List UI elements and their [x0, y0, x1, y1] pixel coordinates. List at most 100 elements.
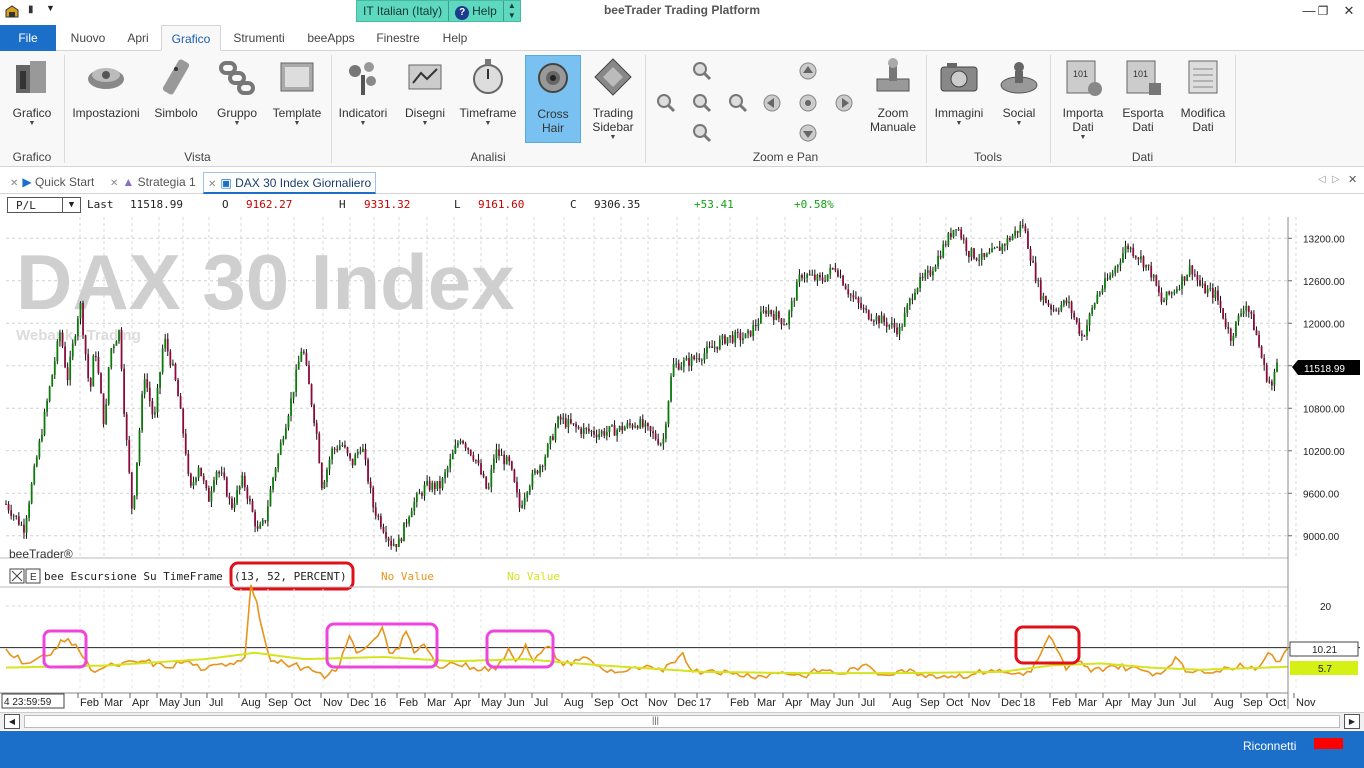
candle-body [462, 440, 464, 444]
price-chart[interactable]: DAX 30 Index Webank - Trading 13200.0012… [0, 217, 1364, 712]
trading-sidebar-icon [594, 58, 632, 96]
immagini-button[interactable]: Immagini ▼ [930, 55, 988, 128]
menu-strumenti[interactable]: Strumenti [226, 25, 292, 51]
candle-body [192, 482, 195, 486]
menu-apri[interactable]: Apri [118, 25, 158, 51]
candle-body [688, 358, 690, 366]
candle-body [390, 540, 393, 546]
x-tick-label: Sep [920, 697, 940, 709]
zoom-area-icon[interactable] [692, 123, 712, 143]
candle-body [295, 369, 298, 392]
zoom-out-icon[interactable] [656, 93, 676, 113]
modifica-dati-button[interactable]: Modifica Dati [1176, 55, 1230, 134]
candle-body [118, 330, 120, 342]
candle-body [1086, 325, 1088, 336]
tab-quick-start[interactable]: ✕ ▶ Quick Start [10, 172, 94, 194]
candle-body [1024, 226, 1027, 232]
close-button[interactable]: ✕ [1338, 2, 1360, 20]
chevron-down-icon[interactable]: ▼ [62, 198, 80, 212]
zoom-fit-icon[interactable] [728, 93, 748, 113]
esporta-dati-button[interactable]: 101 Esporta Dati [1116, 55, 1170, 134]
candle-body [1016, 230, 1019, 233]
candle-body [302, 351, 305, 353]
candle-body [1160, 292, 1163, 303]
candle-body [94, 355, 97, 357]
trading-sidebar-button[interactable]: Trading Sidebar ▼ [586, 55, 640, 142]
candle-body [919, 277, 922, 289]
tab-close-icon[interactable]: ✕ [10, 178, 18, 189]
svg-text:E: E [30, 572, 37, 583]
zoom-manuale-button[interactable]: Zoom Manuale [864, 55, 922, 134]
candle-body [405, 522, 408, 524]
candle-body [446, 467, 449, 473]
tab-dax-30[interactable]: ✕ ▣ DAX 30 Index Giornaliero [203, 172, 377, 194]
x-tick-label: Oct [621, 697, 638, 709]
x-tick-label: Aug [564, 697, 584, 709]
esporta-label: Esporta [1122, 106, 1164, 120]
candle-body [1083, 335, 1086, 337]
candle-body [105, 403, 108, 425]
modifica-dati-label: Dati [1192, 120, 1214, 134]
tab-close-all-icon[interactable]: ✕ [1348, 173, 1357, 186]
menu-beeapps[interactable]: beeApps [300, 25, 362, 51]
importa-dati-button[interactable]: 101 Importa Dati ▼ [1056, 55, 1110, 142]
social-button[interactable]: Social ▼ [994, 55, 1044, 128]
scroll-left-icon[interactable]: ◀ [4, 714, 20, 729]
candle-body [1152, 275, 1155, 278]
candle-body [148, 387, 151, 402]
menu-grafico[interactable]: Grafico [161, 25, 221, 51]
candle-body [680, 366, 683, 370]
candle-body [980, 253, 983, 260]
pl-mode-select[interactable]: P/L ▼ [7, 197, 81, 213]
crosshair-button[interactable]: Cross Hair [525, 55, 581, 143]
last-price-label: 11518.99 [1304, 364, 1345, 375]
tab-close-icon[interactable]: ✕ [110, 178, 118, 189]
menu-nuovo[interactable]: Nuovo [62, 25, 114, 51]
template-button[interactable]: Template ▼ [268, 55, 326, 128]
scroll-thumb-grip[interactable]: ||| [652, 715, 659, 725]
disegni-button[interactable]: Disegni ▼ [398, 55, 452, 128]
tab-scroll-left-icon[interactable]: ◁ [1318, 174, 1326, 185]
change-value: +53.41 [694, 198, 734, 211]
zoom-in-icon[interactable] [692, 61, 712, 81]
candle-body [418, 493, 421, 495]
candle-body [59, 332, 61, 342]
pan-center-icon[interactable] [798, 93, 818, 113]
impostazioni-button[interactable]: Impostazioni [70, 55, 142, 120]
simbolo-button[interactable]: Simbolo [150, 55, 202, 120]
scroll-track[interactable] [24, 715, 1340, 728]
reconnect-link[interactable]: Riconnetti [1243, 739, 1296, 753]
social-label: Social [1002, 106, 1036, 120]
menu-help[interactable]: Help [437, 25, 473, 51]
pan-left-icon[interactable] [762, 93, 782, 113]
menu-file[interactable]: File [0, 25, 56, 51]
pan-right-icon[interactable] [834, 93, 854, 113]
candle-body [939, 255, 942, 258]
indicatori-button[interactable]: Indicatori ▼ [335, 55, 391, 128]
tab-strategia-1[interactable]: ✕ ▲ Strategia 1 [110, 172, 196, 194]
candle-body [1258, 335, 1260, 347]
tab-close-icon[interactable]: ✕ [208, 179, 216, 190]
candle-body [847, 289, 850, 295]
candle-body [765, 310, 767, 314]
candle-body [575, 423, 577, 428]
candle-body [534, 470, 536, 474]
candle-body [495, 449, 498, 459]
ribbon: Grafico ▼ Grafico Impostazioni Simbolo G… [0, 51, 1364, 167]
menu-finestre[interactable]: Finestre [371, 25, 425, 51]
chart-horizontal-scrollbar[interactable]: ◀ ||| ▶ [0, 712, 1364, 730]
app-window: ▮ ▼ IT Italian (Italy) ? Help ▲ ▼ beeTrade… [0, 0, 1364, 768]
candle-body [346, 447, 349, 454]
pan-down-icon[interactable] [798, 123, 818, 143]
candle-body [205, 480, 208, 489]
pan-up-icon[interactable] [798, 61, 818, 81]
restore-button[interactable]: ❐ [1312, 2, 1334, 20]
gruppo-button[interactable]: Gruppo ▼ [210, 55, 264, 128]
timeframe-button[interactable]: Timeframe ▼ [458, 55, 518, 128]
grafico-button[interactable]: Grafico ▼ [4, 55, 60, 128]
scroll-right-icon[interactable]: ▶ [1344, 714, 1360, 729]
zoom-reset-icon[interactable] [692, 93, 712, 113]
social-icon [1000, 62, 1038, 94]
candle-body [1116, 265, 1119, 268]
tab-scroll-right-icon[interactable]: ▷ [1332, 174, 1340, 185]
